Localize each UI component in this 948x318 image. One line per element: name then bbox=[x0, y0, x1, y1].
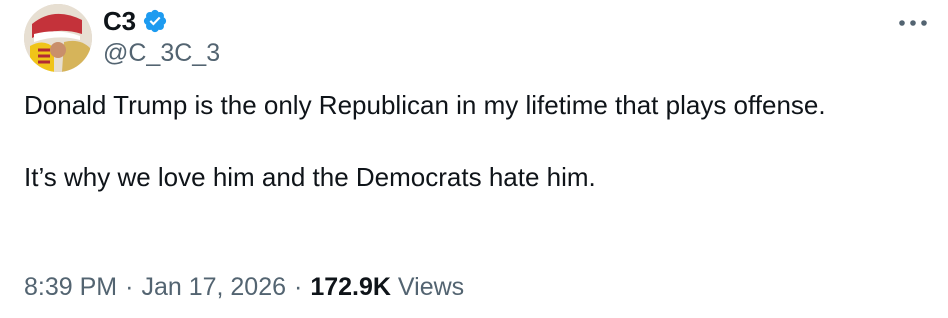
avatar[interactable] bbox=[24, 4, 92, 72]
meta-separator: · bbox=[125, 273, 134, 301]
author-name-row: C3 bbox=[103, 6, 168, 36]
verified-badge-icon bbox=[142, 8, 168, 34]
views-label: Views bbox=[397, 273, 465, 301]
meta-separator: · bbox=[294, 273, 303, 301]
tweet-text: Donald Trump is the only Republican in m… bbox=[24, 88, 904, 194]
tweet-date[interactable]: Jan 17, 2026 bbox=[141, 273, 286, 301]
author-handle[interactable]: @C_3C_3 bbox=[103, 38, 220, 68]
tweet-metadata: 8:39 PM · Jan 17, 2026 · 172.9K Views bbox=[24, 270, 464, 304]
more-horizontal-icon bbox=[899, 20, 927, 26]
author-display-name[interactable]: C3 bbox=[103, 6, 136, 36]
tweet-paragraph: It’s why we love him and the Democrats h… bbox=[24, 162, 596, 192]
more-options-button[interactable] bbox=[896, 8, 930, 38]
avatar-image bbox=[24, 4, 92, 72]
tweet-time[interactable]: 8:39 PM bbox=[24, 273, 117, 301]
tweet-card[interactable]: C3 @C_3C_3 Donald Trump is the only Repu… bbox=[0, 0, 948, 318]
views-count: 172.9K bbox=[310, 273, 391, 301]
tweet-paragraph: Donald Trump is the only Republican in m… bbox=[24, 90, 826, 120]
